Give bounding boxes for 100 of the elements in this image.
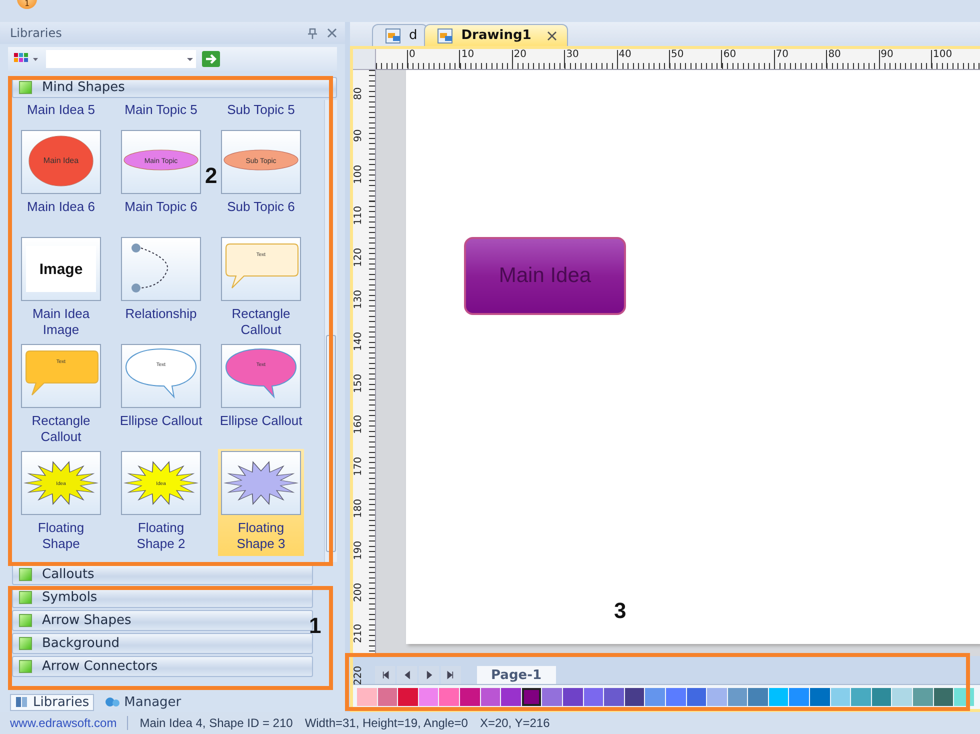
color-swatch[interactable] (913, 688, 933, 706)
shape-label: Floating Shape 2 (136, 520, 186, 552)
ruler-label: 140 (354, 332, 364, 351)
color-swatch[interactable] (522, 688, 542, 706)
shape-label: Floating Shape (36, 520, 86, 552)
library-group-header[interactable]: Background (12, 633, 313, 654)
page-nav-icon[interactable] (419, 666, 439, 684)
close-icon[interactable] (327, 28, 337, 38)
ruler-label: 20 (512, 50, 527, 68)
thumbnail-text: Image (39, 261, 83, 278)
ruler-label: 220 (354, 666, 364, 686)
document-tab[interactable]: Drawing1 (424, 24, 568, 46)
color-swatch[interactable] (934, 688, 954, 706)
ruler-label: 100 (931, 50, 952, 68)
shape-tile[interactable]: Relationship (118, 235, 204, 342)
color-swatch[interactable] (439, 688, 459, 706)
ruler-label: 170 (354, 457, 364, 476)
image-placeholder (26, 246, 96, 292)
status-size-info: Width=31, Height=19, Angle=0 (304, 716, 468, 730)
shape-label: Ellipse Callout (218, 413, 304, 429)
color-swatch[interactable] (830, 688, 850, 706)
shape-label: Sub Topic 6 (226, 199, 296, 215)
panel-tab[interactable]: Libraries (10, 694, 94, 710)
shape-label: Ellipse Callout (118, 413, 204, 429)
page-nav-icon[interactable] (441, 666, 461, 684)
color-swatch[interactable] (686, 688, 706, 706)
app-menu-button[interactable]: 1 (17, 0, 37, 9)
shape-label: Rectangle Callout (230, 306, 292, 338)
shape-tile[interactable]: Sub Topic 5 (218, 100, 304, 128)
ruler-label: 50 (669, 50, 684, 68)
ruler-label: 80 (354, 87, 364, 100)
ruler-label: 70 (774, 50, 789, 68)
color-swatch[interactable] (501, 688, 521, 706)
relationship-drawing (132, 244, 168, 292)
color-swatch[interactable] (542, 688, 562, 706)
ruler-label: 80 (826, 50, 841, 68)
color-swatch[interactable] (418, 688, 438, 706)
shape-label: Main Idea Image (31, 306, 91, 338)
annotation-number: 3 (614, 598, 626, 624)
panel-tab[interactable]: Manager (100, 694, 186, 710)
page-nav-icon[interactable] (375, 666, 395, 684)
ruler-label: 60 (721, 50, 736, 68)
color-swatch[interactable] (357, 688, 377, 706)
document-icon (385, 28, 403, 44)
shape-label: Main Topic 6 (124, 199, 198, 215)
shape-tile[interactable]: Main Idea Main Idea 6 (18, 128, 104, 235)
page-tab[interactable]: Page-1 (477, 666, 556, 684)
library-group-header[interactable]: Callouts (12, 564, 313, 585)
color-swatch[interactable] (789, 688, 810, 706)
ruler-label: 190 (354, 540, 364, 560)
color-swatch[interactable] (666, 688, 686, 706)
document-icon (437, 28, 456, 44)
color-swatch[interactable] (460, 688, 480, 706)
color-swatch[interactable] (872, 688, 892, 706)
color-swatch[interactable] (810, 688, 830, 706)
shape-label: Main Idea 6 (26, 199, 96, 215)
ruler-label: 210 (354, 624, 364, 644)
library-group-header[interactable]: Arrow Connectors (12, 656, 313, 677)
color-swatch[interactable] (584, 688, 604, 706)
shape-tile[interactable]: Floating Shape 3 (218, 449, 304, 556)
color-swatch[interactable] (768, 688, 788, 706)
ruler-label: 130 (354, 290, 364, 309)
color-swatch[interactable] (480, 688, 500, 706)
color-swatch[interactable] (851, 688, 871, 706)
website-link[interactable]: www.edrawsoft.com (0, 716, 128, 730)
shape-label: Main Idea 5 (26, 102, 96, 118)
color-swatch[interactable] (398, 688, 418, 706)
go-arrow-icon[interactable] (202, 51, 220, 67)
color-swatch[interactable] (892, 688, 912, 706)
shape-label: Sub Topic 5 (226, 102, 296, 118)
shape-tile[interactable]: Image Main Idea Image (18, 235, 104, 342)
ruler-label: 200 (354, 582, 364, 602)
ruler-label: 30 (564, 50, 579, 68)
ruler-label: 150 (354, 374, 364, 393)
shape-label: Relationship (124, 306, 198, 322)
color-swatch[interactable] (748, 688, 768, 706)
library-search-field[interactable] (46, 50, 196, 68)
ruler-label: 100 (354, 164, 364, 184)
color-swatch[interactable] (707, 688, 727, 706)
shape-tile[interactable]: Main Idea 5 (18, 100, 104, 128)
ruler-label: 10 (459, 50, 474, 68)
close-icon[interactable] (547, 30, 558, 40)
ruler-label: 40 (616, 50, 632, 68)
book-icon (15, 696, 29, 708)
pin-icon[interactable] (308, 28, 317, 38)
color-swatch[interactable] (562, 688, 583, 706)
shape-label: Main Topic 5 (124, 102, 198, 118)
color-swatch[interactable] (645, 688, 665, 706)
status-position: X=20, Y=216 (478, 716, 550, 730)
ruler-label: 0 (407, 50, 416, 68)
panel-title: Libraries (10, 26, 63, 40)
page-nav-icon[interactable] (397, 666, 417, 684)
ruler-label: 160 (354, 415, 364, 434)
color-swatch[interactable] (728, 688, 748, 706)
ruler-label: 110 (354, 206, 364, 226)
shape-tile[interactable]: Main Topic 5 (118, 100, 204, 128)
color-swatch[interactable] (624, 688, 644, 706)
color-swatch[interactable] (604, 688, 624, 706)
shape-label: Floating Shape 3 (236, 520, 286, 552)
color-swatch[interactable] (378, 688, 398, 706)
